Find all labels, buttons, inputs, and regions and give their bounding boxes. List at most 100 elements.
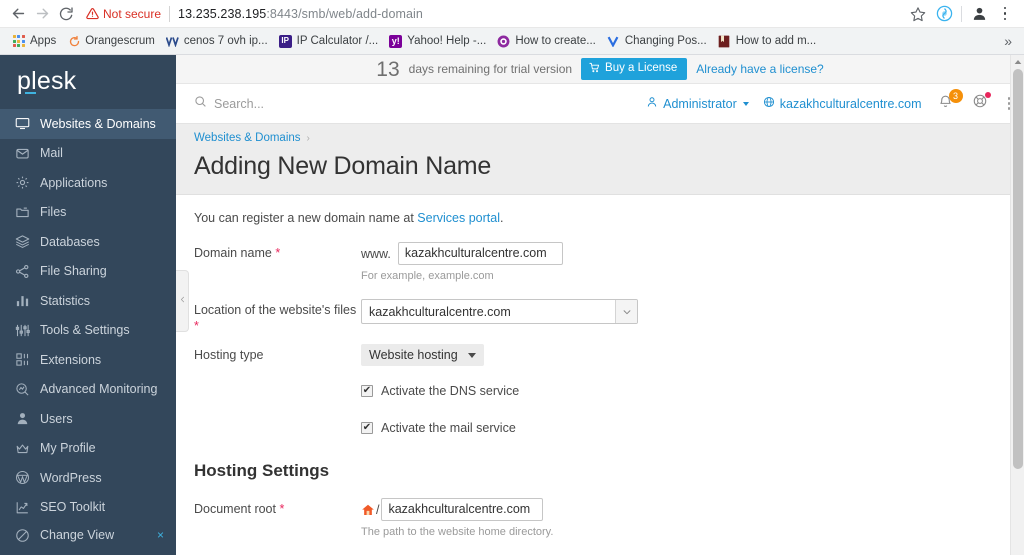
- breadcrumb: Websites & Domains ›: [194, 132, 1010, 144]
- mail-service-label: Activate the mail service: [381, 421, 516, 435]
- bookmark-star-icon[interactable]: [905, 1, 931, 27]
- field-row-location: Location of the website's files * kazakh…: [194, 299, 1010, 334]
- current-domain-label: kazakhculturalcentre.com: [779, 96, 922, 111]
- search-placeholder: Search...: [214, 96, 265, 111]
- trial-text: days remaining for trial version: [408, 62, 573, 76]
- address-bar[interactable]: 13.235.238.195:8443/smb/web/add-domain: [178, 7, 423, 21]
- location-label-text: Location of the website's files: [194, 303, 357, 317]
- breadcrumb-separator: ›: [306, 132, 310, 144]
- bookmark-how-to-add[interactable]: How to add m...: [714, 33, 824, 50]
- sidebar-item-applications[interactable]: Applications: [0, 168, 176, 198]
- dns-service-checkbox[interactable]: ✔: [361, 385, 373, 397]
- orangescrum-icon: [67, 35, 80, 48]
- bookmark-orangescrum[interactable]: Orangescrum: [63, 33, 162, 50]
- close-icon[interactable]: ×: [157, 528, 164, 542]
- page-header: Websites & Domains › Adding New Domain N…: [176, 124, 1010, 195]
- required-marker: *: [279, 502, 285, 516]
- sidebar-item-users[interactable]: Users: [0, 404, 176, 434]
- breadcrumb-link-websites-domains[interactable]: Websites & Domains: [194, 132, 301, 144]
- bookmark-ip-calculator[interactable]: IP IP Calculator /...: [275, 33, 386, 50]
- bookmark-label: How to add m...: [735, 35, 817, 47]
- sidebar-item-my-profile[interactable]: My Profile: [0, 434, 176, 464]
- services-portal-link[interactable]: Services portal: [417, 211, 500, 225]
- caret-down-icon: [467, 352, 476, 358]
- sidebar-item-websites-domains[interactable]: Websites & Domains: [0, 109, 176, 139]
- extension-icon[interactable]: [931, 1, 957, 27]
- hosting-type-select[interactable]: Website hosting: [361, 344, 484, 366]
- sidebar-item-tools-settings[interactable]: Tools & Settings: [0, 316, 176, 346]
- bookmark-yahoo-help[interactable]: y! Yahoo! Help -...: [385, 33, 493, 50]
- mail-service-checkbox[interactable]: ✔: [361, 422, 373, 434]
- bookmark-cenos[interactable]: cenos 7 ovh ip...: [162, 33, 275, 50]
- change-view-label: Change View: [40, 528, 115, 542]
- sidebar-item-seo-toolkit[interactable]: SEO Toolkit: [0, 493, 176, 523]
- field-row-hosting-type: Hosting type Website hosting: [194, 344, 1010, 366]
- help-button[interactable]: [970, 91, 991, 115]
- back-button[interactable]: [6, 2, 30, 26]
- vertical-scrollbar[interactable]: [1010, 55, 1024, 555]
- sidebar-item-advanced-monitoring[interactable]: Advanced Monitoring: [0, 375, 176, 405]
- location-select[interactable]: kazakhculturalcentre.com: [361, 299, 638, 324]
- bookmark-changing-pos[interactable]: Changing Pos...: [603, 33, 714, 50]
- puzzle-blocks-icon: [14, 352, 30, 368]
- sidebar-item-wordpress[interactable]: WordPress: [0, 463, 176, 493]
- browser-toolbar: Not secure 13.235.238.195:8443/smb/web/a…: [0, 0, 1024, 28]
- sidebar-item-label: Mail: [40, 146, 63, 161]
- scrollbar-thumb[interactable]: [1013, 69, 1023, 469]
- sidebar-item-files[interactable]: Files: [0, 198, 176, 228]
- sidebar-collapse-handle[interactable]: [176, 270, 189, 332]
- domain-name-label-text: Domain name: [194, 246, 272, 260]
- document-root-label-text: Document root: [194, 502, 276, 516]
- ip-icon: IP: [278, 34, 292, 48]
- sidebar-item-mail[interactable]: Mail: [0, 139, 176, 169]
- chevron-down-icon: [742, 101, 749, 106]
- sidebar-item-label: Users: [40, 411, 73, 426]
- mail-service-checkbox-row[interactable]: ✔ Activate the mail service: [361, 421, 1010, 435]
- administrator-menu[interactable]: Administrator: [646, 96, 749, 111]
- bookmarks-overflow-button[interactable]: »: [1000, 33, 1016, 49]
- buy-license-label: Buy a License: [605, 62, 678, 75]
- sidebar-item-label: Advanced Monitoring: [40, 382, 158, 397]
- profile-avatar-icon[interactable]: [966, 1, 992, 27]
- search-input[interactable]: Search...: [194, 95, 264, 113]
- plesk-logo[interactable]: plesk: [0, 55, 176, 107]
- sidebar-item-label: Databases: [40, 234, 100, 249]
- dns-service-label: Activate the DNS service: [381, 384, 520, 398]
- bar-chart-icon: [14, 293, 30, 309]
- buy-license-button[interactable]: Buy a License: [581, 57, 688, 81]
- dns-service-checkbox-row[interactable]: ✔ Activate the DNS service: [361, 384, 1010, 398]
- bookmark-apps[interactable]: Apps: [8, 33, 63, 50]
- sidebar-item-label: SEO Toolkit: [40, 500, 106, 515]
- domain-name-hint: For example, example.com: [361, 270, 494, 282]
- document-root-slash: /: [376, 502, 380, 517]
- reload-button[interactable]: [54, 2, 78, 26]
- sidebar-item-databases[interactable]: Databases: [0, 227, 176, 257]
- document-root-input[interactable]: kazakhculturalcentre.com: [381, 498, 544, 521]
- current-domain-link[interactable]: kazakhculturalcentre.com: [763, 96, 922, 111]
- notifications-button[interactable]: 3: [936, 88, 963, 115]
- chrome-menu-icon[interactable]: [992, 1, 1018, 27]
- field-row-mail-service: ✔ Activate the mail service: [194, 398, 1010, 435]
- sidebar-item-statistics[interactable]: Statistics: [0, 286, 176, 316]
- url-host: 13.235.238.195: [178, 6, 267, 21]
- sidebar-item-file-sharing[interactable]: File Sharing: [0, 257, 176, 287]
- main-column: 13 days remaining for trial version Buy …: [176, 55, 1024, 555]
- purple-circle-icon: [497, 35, 510, 48]
- sidebar-item-change-view[interactable]: Change View ×: [0, 521, 176, 549]
- domain-name-input[interactable]: kazakhculturalcentre.com: [397, 242, 563, 265]
- security-warning[interactable]: Not secure: [86, 7, 161, 21]
- scroll-up-arrow-icon[interactable]: [1011, 55, 1024, 68]
- brand-underline: [25, 92, 36, 94]
- field-row-domain-name: Domain name * www. kazakhculturalcentre.…: [194, 242, 1010, 282]
- sidebar-item-extensions[interactable]: Extensions: [0, 345, 176, 375]
- trial-days-count: 13: [376, 57, 400, 81]
- cart-icon: [589, 62, 600, 77]
- administrator-label: Administrator: [663, 96, 737, 111]
- search-icon: [194, 95, 207, 113]
- forward-button[interactable]: [30, 2, 54, 26]
- database-stack-icon: [14, 234, 30, 250]
- monitor-icon: [14, 116, 30, 132]
- top-bar-actions: Administrator kazakhculturalcentre.com 3: [646, 88, 1014, 115]
- already-have-license-link[interactable]: Already have a license?: [696, 62, 823, 76]
- bookmark-how-to-create[interactable]: How to create...: [493, 33, 603, 50]
